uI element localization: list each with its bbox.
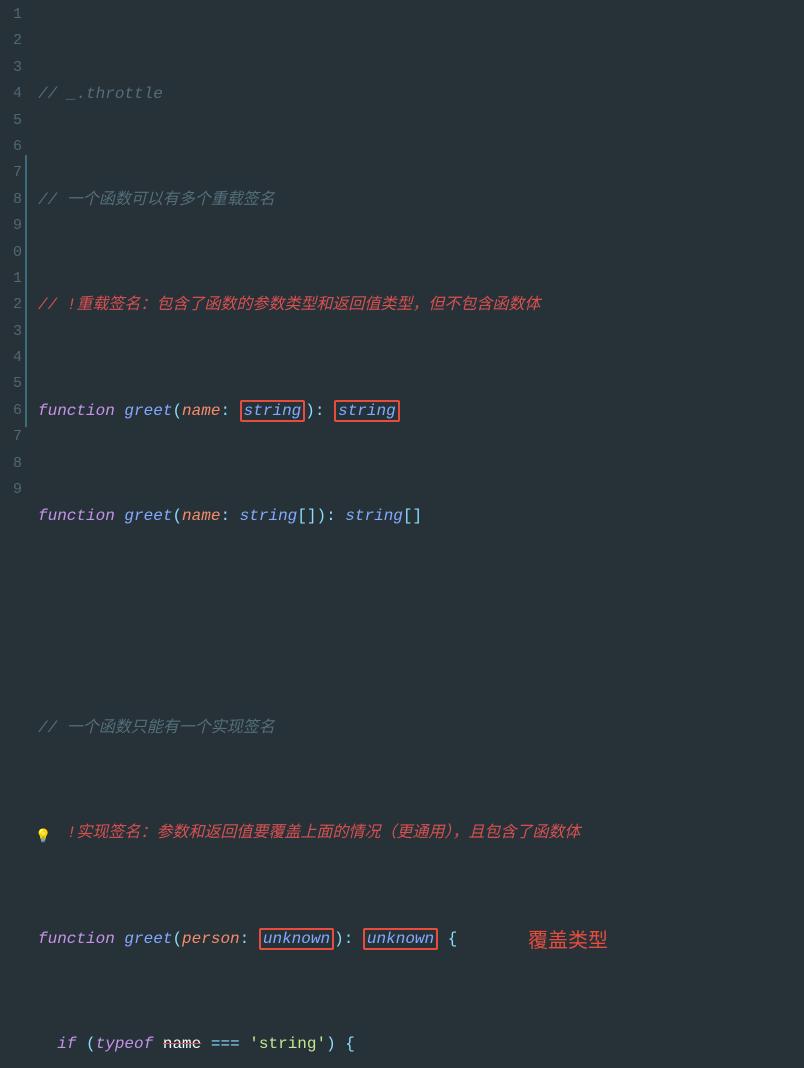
line-number: 7 [0,424,22,450]
line-number: 6 [0,134,22,160]
type-annotation-boxed: string [240,400,306,422]
line-number: 9 [0,213,22,239]
string-literal: 'string' [249,1035,326,1053]
line-number: 1 [0,266,22,292]
line-number: 6 [0,398,22,424]
line-number: 8 [0,187,22,213]
return-type: string [345,507,403,525]
comment: // 一个函数可以有多个重载签名 [38,191,275,209]
code-line[interactable]: // 一个函数只能有一个实现签名 [38,715,580,741]
line-number: 2 [0,28,22,54]
line-number: 3 [0,319,22,345]
code-line[interactable]: function greet(name: string): string [38,398,580,424]
keyword-if: if [57,1035,76,1053]
line-number: 5 [0,371,22,397]
code-line[interactable]: function greet(person: unknown): unknown… [38,926,580,952]
code-area[interactable]: // _.throttle // 一个函数可以有多个重载签名 // !重载签名：… [28,0,580,534]
line-number: 8 [0,451,22,477]
param-name: name [182,402,220,420]
comment-important: // !重载签名：包含了函数的参数类型和返回值类型，但不包含函数体 [38,296,540,314]
return-type-boxed: unknown [363,928,438,950]
param-name: person [182,930,240,948]
type-annotation-boxed: unknown [259,928,334,950]
param-name: name [182,507,220,525]
keyword-function: function [38,507,115,525]
code-line[interactable]: if (typeof name === 'string') { [38,1031,580,1057]
line-number: 4 [0,345,22,371]
comment-important: !实现签名：参数和返回值要覆盖上面的情况（更通用），且包含了函数体 [38,824,580,842]
function-name: greet [124,507,172,525]
line-number: 1 [0,2,22,28]
line-number: 2 [0,292,22,318]
code-line[interactable]: // _.throttle [38,81,580,107]
code-editor[interactable]: 1 2 3 4 5 6 7 8 9 0 1 2 3 4 5 6 7 8 9 //… [0,0,804,534]
line-number: 0 [0,240,22,266]
keyword-function: function [38,402,115,420]
code-line[interactable]: // 一个函数可以有多个重载签名 [38,187,580,213]
lightbulb-icon[interactable]: 💡 [35,824,51,850]
return-type-boxed: string [334,400,400,422]
line-number: 4 [0,81,22,107]
type-annotation: string [240,507,298,525]
keyword-typeof: typeof [96,1035,154,1053]
keyword-function: function [38,930,115,948]
comment: // 一个函数只能有一个实现签名 [38,719,275,737]
code-line[interactable]: function greet(name: string[]): string[] [38,503,580,529]
annotation-label: 覆盖类型 [528,928,608,954]
line-number: 7 [0,160,22,186]
function-name: greet [124,402,172,420]
identifier-error: name [163,1035,201,1053]
code-line-empty[interactable] [38,609,580,635]
line-number: 9 [0,477,22,503]
comment: // _.throttle [38,85,163,103]
line-number: 5 [0,108,22,134]
line-number-gutter: 1 2 3 4 5 6 7 8 9 0 1 2 3 4 5 6 7 8 9 [0,0,24,534]
operator-eq: === [211,1035,240,1053]
function-name: greet [124,930,172,948]
code-line[interactable]: 💡 !实现签名：参数和返回值要覆盖上面的情况（更通用），且包含了函数体 [38,820,580,846]
code-line[interactable]: // !重载签名：包含了函数的参数类型和返回值类型，但不包含函数体 [38,292,580,318]
line-number: 3 [0,55,22,81]
